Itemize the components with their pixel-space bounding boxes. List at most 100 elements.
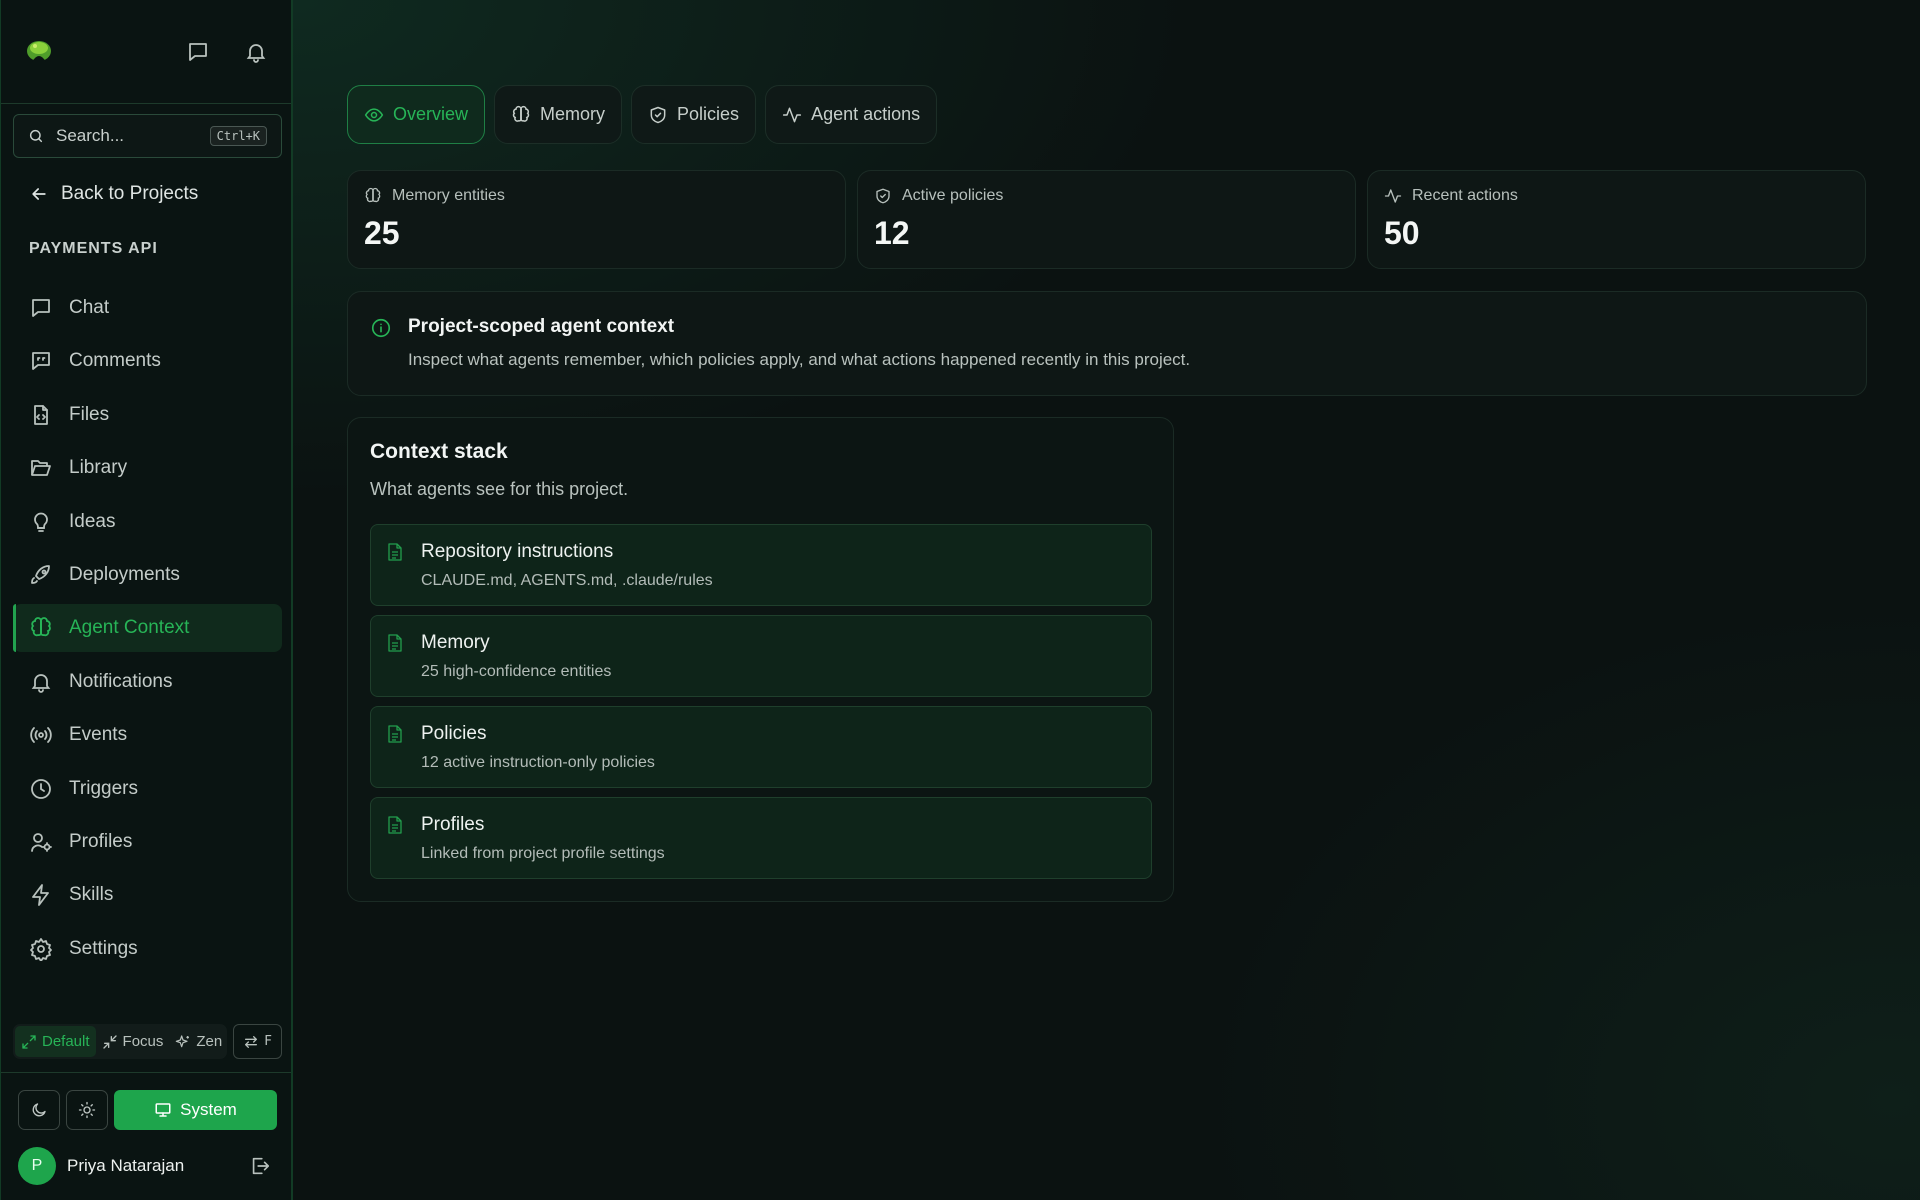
brain-icon	[365, 187, 381, 203]
document-icon	[388, 543, 402, 561]
stat-value: 50	[1384, 215, 1420, 251]
brain-icon	[31, 617, 51, 637]
stat-value: 25	[364, 215, 400, 251]
document-icon	[388, 725, 402, 743]
tab-policies[interactable]: Policies	[631, 85, 757, 144]
logout-icon[interactable]	[249, 1155, 271, 1177]
sidebar-item-notifications[interactable]: Notifications	[13, 658, 282, 706]
dark-theme-button[interactable]	[18, 1090, 60, 1130]
messages-icon[interactable]	[185, 39, 211, 65]
sidebar: Search... Ctrl+K Back to Projects PAYMEN…	[0, 0, 293, 1200]
bell-icon[interactable]	[243, 39, 269, 65]
back-to-projects-link[interactable]: Back to Projects	[29, 183, 198, 205]
mode-default-button[interactable]: Default	[15, 1026, 96, 1057]
bell-icon	[31, 673, 51, 693]
stat-label: Recent actions	[1412, 187, 1518, 204]
swap-shortcut-key: F	[264, 1034, 272, 1049]
sidebar-item-agent-context[interactable]: Agent Context	[13, 604, 282, 653]
main-content: Overview Memory Policies Agent actions M…	[293, 0, 1920, 1200]
search-icon	[29, 129, 43, 143]
list-item[interactable]: Repository instructions CLAUDE.md, AGENT…	[370, 524, 1152, 606]
system-theme-label: System	[180, 1100, 237, 1119]
sidebar-item-profiles[interactable]: Profiles	[13, 818, 282, 866]
list-item-detail: 25 high-confidence entities	[421, 663, 612, 680]
search-placeholder: Search...	[56, 126, 125, 145]
sidebar-item-settings[interactable]: Settings	[13, 925, 282, 973]
stat-label: Memory entities	[392, 187, 505, 204]
sidebar-item-label: Notifications	[69, 670, 173, 692]
mode-zen-label: Zen	[196, 1033, 223, 1050]
tab-agent-actions[interactable]: Agent actions	[765, 85, 938, 144]
info-banner: Project-scoped agent context Inspect wha…	[347, 291, 1867, 396]
sidebar-item-label: Comments	[69, 350, 161, 372]
info-title: Project-scoped agent context	[408, 316, 675, 337]
folder-open-icon	[31, 460, 51, 477]
user-profile: P Priya Natarajan	[18, 1147, 271, 1185]
list-item-detail: Linked from project profile settings	[421, 845, 665, 862]
sidebar-item-label: Deployments	[69, 563, 180, 585]
mode-focus-button[interactable]: Focus	[96, 1026, 170, 1057]
radio-icon	[30, 727, 52, 744]
mode-zen-button[interactable]: Zen	[169, 1026, 228, 1057]
context-stack-card: Context stack What agents see for this p…	[347, 417, 1174, 902]
sidebar-item-label: Files	[69, 403, 110, 425]
mode-default-label: Default	[42, 1033, 90, 1050]
user-name: Priya Natarajan	[67, 1156, 185, 1175]
sidebar-item-events[interactable]: Events	[13, 711, 282, 759]
sidebar-nav: Chat Comments Files Library Ideas Deploy…	[13, 284, 282, 978]
list-item-title: Memory	[421, 632, 490, 653]
list-item-title: Profiles	[421, 814, 485, 835]
info-description: Inspect what agents remember, which poli…	[408, 350, 1191, 369]
zap-icon	[32, 884, 49, 907]
list-item[interactable]: Profiles Linked from project profile set…	[370, 797, 1152, 879]
search-input[interactable]: Search... Ctrl+K	[13, 114, 282, 158]
back-to-projects-label: Back to Projects	[61, 183, 199, 204]
expand-icon	[22, 1034, 36, 1049]
brain-icon	[512, 105, 530, 122]
stat-value: 12	[874, 215, 910, 251]
sidebar-item-library[interactable]: Library	[13, 444, 282, 492]
context-stack-title: Context stack	[370, 440, 508, 463]
file-code-icon	[34, 404, 48, 425]
sidebar-item-chat[interactable]: Chat	[13, 284, 282, 332]
moon-icon	[32, 1103, 46, 1117]
app-logo-icon[interactable]	[23, 36, 55, 68]
arrow-left-icon	[32, 188, 46, 200]
sidebar-item-label: Triggers	[69, 777, 138, 799]
tab-label: Overview	[393, 104, 469, 124]
search-shortcut-badge: Ctrl+K	[209, 126, 267, 146]
stat-card-memory: Memory entities 25	[347, 170, 846, 269]
clock-icon	[31, 778, 51, 799]
sun-icon	[78, 1101, 96, 1119]
light-theme-button[interactable]	[66, 1090, 108, 1130]
system-theme-button[interactable]: System	[114, 1090, 277, 1130]
sidebar-item-comments[interactable]: Comments	[13, 337, 282, 385]
tab-label: Policies	[677, 104, 740, 124]
tab-label: Memory	[540, 104, 606, 124]
document-icon	[388, 634, 402, 652]
sidebar-item-skills[interactable]: Skills	[13, 871, 282, 919]
sidebar-item-triggers[interactable]: Triggers	[13, 765, 282, 813]
tab-memory[interactable]: Memory	[494, 85, 623, 144]
layout-mode-switcher: Default Focus Zen	[13, 1024, 227, 1059]
activity-icon	[782, 107, 802, 122]
tab-overview[interactable]: Overview	[347, 85, 486, 144]
sidebar-item-label: Library	[69, 457, 128, 479]
swap-sidebar-button[interactable]: F	[233, 1024, 282, 1059]
chat-icon	[32, 299, 50, 317]
eye-icon	[364, 107, 384, 122]
sidebar-item-files[interactable]: Files	[13, 391, 282, 439]
sidebar-item-ideas[interactable]: Ideas	[13, 498, 282, 546]
shrink-icon	[102, 1034, 117, 1049]
context-stack-subtitle: What agents see for this project.	[370, 479, 629, 499]
avatar[interactable]: P	[18, 1147, 56, 1185]
sidebar-header	[1, 0, 291, 104]
sidebar-item-label: Profiles	[69, 830, 133, 852]
document-icon	[388, 816, 402, 834]
sidebar-footer: System P Priya Natarajan	[1, 1072, 291, 1200]
mode-focus-label: Focus	[122, 1033, 164, 1050]
list-item[interactable]: Policies 12 active instruction-only poli…	[370, 706, 1152, 788]
list-item[interactable]: Memory 25 high-confidence entities	[370, 615, 1152, 697]
sidebar-item-deployments[interactable]: Deployments	[13, 551, 282, 599]
shield-check-icon	[876, 188, 890, 204]
